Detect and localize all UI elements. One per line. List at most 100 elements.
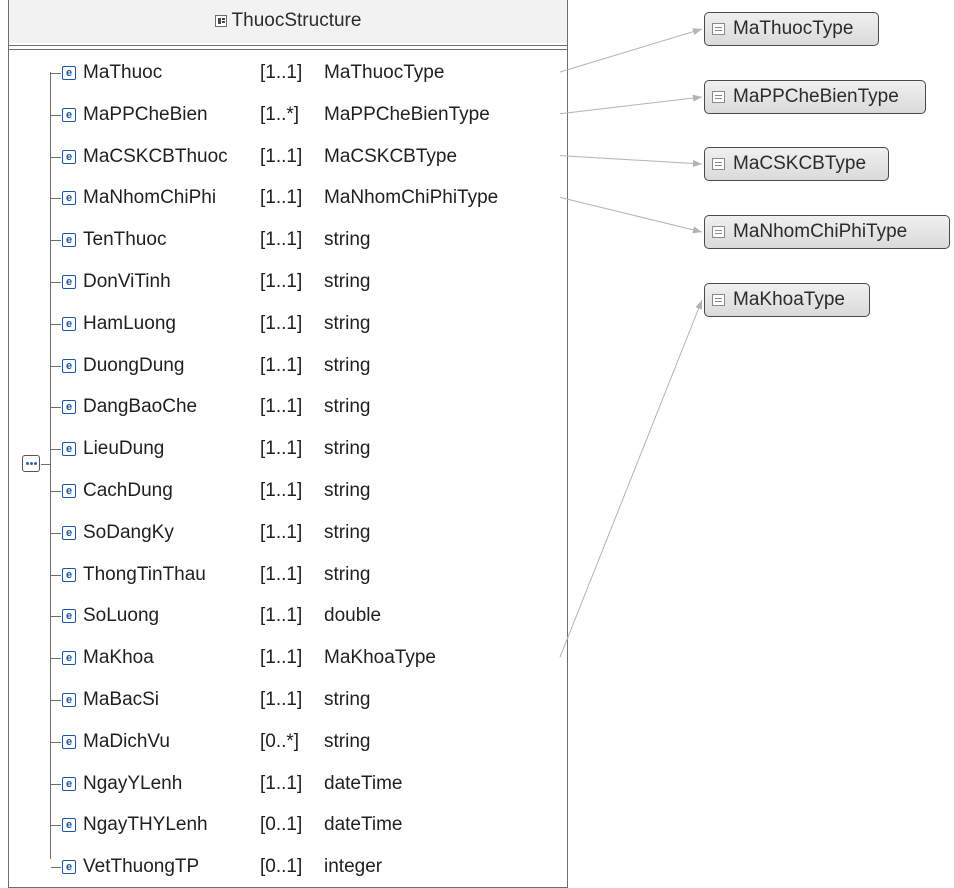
simple-type-label: MaKhoaType xyxy=(733,289,845,310)
arrowhead xyxy=(692,226,702,234)
arrowhead xyxy=(692,159,702,167)
element-name: TenThuoc xyxy=(83,229,167,251)
element-name: DuongDung xyxy=(83,354,185,376)
element-row[interactable]: e MaBacSi [1..1] string xyxy=(51,685,561,715)
element-row[interactable]: e MaThuoc [1..1] MaThuocType xyxy=(51,58,561,88)
element-name: MaKhoa xyxy=(83,647,154,669)
element-type: MaThuocType xyxy=(324,62,445,83)
element-cardinality: [0..1] xyxy=(260,856,303,878)
simple-type-box[interactable]: MaCSKCBType xyxy=(704,147,889,181)
row-connector-line xyxy=(51,114,61,116)
row-connector-line xyxy=(51,156,61,158)
type-connector-line xyxy=(559,299,703,658)
element-icon: e xyxy=(62,358,76,373)
element-cardinality: [1..1] xyxy=(260,396,303,418)
element-type: string xyxy=(324,521,371,543)
element-row[interactable]: e DangBaoChe [1..1] string xyxy=(51,392,561,422)
element-name: MaBacSi xyxy=(83,689,160,710)
element-name: DangBaoChe xyxy=(83,396,198,418)
element-row[interactable]: e DuongDung [1..1] string xyxy=(51,351,561,381)
element-cardinality: [1..1] xyxy=(260,229,303,251)
header-divider xyxy=(9,45,567,46)
element-row[interactable]: e SoLuong [1..1] double xyxy=(51,601,561,631)
element-cardinality: [0..*] xyxy=(260,730,300,752)
element-name: MaDichVu xyxy=(83,730,170,752)
row-connector-line xyxy=(51,449,61,451)
element-row[interactable]: e MaNhomChiPhi [1..1] MaNhomChiPhiType xyxy=(51,183,561,213)
element-cardinality: [1..1] xyxy=(260,480,303,501)
element-name: SoLuong xyxy=(83,605,160,627)
element-icon: e xyxy=(62,860,76,875)
arrowhead xyxy=(692,94,702,102)
row-connector-line xyxy=(51,282,61,283)
element-icon: e xyxy=(62,651,76,666)
simple-type-box[interactable]: MaNhomChiPhiType xyxy=(704,215,950,249)
element-icon: e xyxy=(62,525,76,540)
type-connector-line xyxy=(559,196,703,233)
simple-type-icon xyxy=(712,226,725,238)
row-connector-line xyxy=(51,825,61,827)
element-cardinality: [1..1] xyxy=(260,438,303,460)
type-connector-line xyxy=(559,28,703,73)
simple-type-label: MaPPCheBienType xyxy=(733,86,899,107)
element-icon: e xyxy=(62,191,76,206)
row-connector-line xyxy=(51,240,61,242)
element-icon: e xyxy=(62,316,76,331)
simple-type-box[interactable]: MaThuocType xyxy=(704,12,879,46)
element-icon: e xyxy=(62,275,76,289)
element-cardinality: [1..1] xyxy=(260,354,303,376)
sequence-connector-line xyxy=(41,464,51,465)
element-icon: e xyxy=(62,442,76,457)
element-type: MaCSKCBType xyxy=(324,145,458,167)
element-icon: e xyxy=(62,400,76,415)
element-type: string xyxy=(324,563,371,585)
element-cardinality: [1..1] xyxy=(260,647,303,669)
element-name: LieuDung xyxy=(83,438,165,460)
simple-type-box[interactable]: MaPPCheBienType xyxy=(704,80,926,114)
arrowhead xyxy=(695,300,702,310)
element-cardinality: [1..1] xyxy=(260,312,303,334)
complex-type-icon xyxy=(214,15,227,27)
simple-type-label: MaThuocType xyxy=(733,18,854,39)
element-row[interactable]: e NgayTHYLenh [0..1] dateTime xyxy=(51,810,561,840)
row-connector-line xyxy=(51,616,61,618)
simple-type-label: MaNhomChiPhiType xyxy=(733,221,908,242)
element-row[interactable]: e MaCSKCBThuoc [1..1] MaCSKCBType xyxy=(51,142,561,172)
element-row[interactable]: e MaPPCheBien [1..*] MaPPCheBienType xyxy=(51,100,561,130)
element-row[interactable]: e SoDangKy [1..1] string xyxy=(51,518,561,548)
element-row[interactable]: e MaDichVu [0..*] string xyxy=(51,727,561,757)
simple-type-icon xyxy=(712,158,725,170)
element-type: string xyxy=(324,480,371,501)
element-name: VetThuongTP xyxy=(83,856,200,878)
element-row[interactable]: e DonViTinh [1..1] string xyxy=(51,267,561,297)
element-type: MaPPCheBienType xyxy=(324,103,490,125)
row-connector-line xyxy=(51,491,61,492)
row-connector-line xyxy=(51,783,61,785)
element-row[interactable]: e MaKhoa [1..1] MaKhoaType xyxy=(51,643,561,673)
element-cardinality: [1..1] xyxy=(260,521,303,543)
element-cardinality: [1..1] xyxy=(260,563,303,585)
element-row[interactable]: e NgayYLenh [1..1] dateTime xyxy=(51,769,561,799)
element-row[interactable]: e LieuDung [1..1] string xyxy=(51,434,561,464)
element-icon: e xyxy=(62,609,76,624)
element-row[interactable]: e CachDung [1..1] string xyxy=(51,476,561,506)
element-icon: e xyxy=(62,734,76,749)
sequence-icon[interactable] xyxy=(22,455,40,472)
thuoc-structure-box[interactable]: ThuocStructure e MaThuoc [1..1] MaThuocType… xyxy=(8,0,568,888)
element-name: MaThuoc xyxy=(83,62,163,83)
element-icon: e xyxy=(62,484,76,498)
simple-type-box[interactable]: MaKhoaType xyxy=(704,283,870,317)
element-cardinality: [1..1] xyxy=(260,271,303,292)
element-type: dateTime xyxy=(324,772,403,794)
element-row[interactable]: e HamLuong [1..1] string xyxy=(51,309,561,339)
element-name: CachDung xyxy=(83,480,173,501)
header-divider-double xyxy=(9,49,567,50)
element-type: string xyxy=(324,354,371,376)
element-row[interactable]: e TenThuoc [1..1] string xyxy=(51,225,561,255)
element-cardinality: [1..1] xyxy=(260,772,303,794)
element-row[interactable]: e VetThuongTP [0..1] integer xyxy=(51,852,561,882)
element-icon: e xyxy=(62,776,76,791)
structure-header[interactable]: ThuocStructure xyxy=(9,0,567,43)
element-row[interactable]: e ThongTinThau [1..1] string xyxy=(51,560,561,590)
element-cardinality: [1..1] xyxy=(260,62,303,83)
